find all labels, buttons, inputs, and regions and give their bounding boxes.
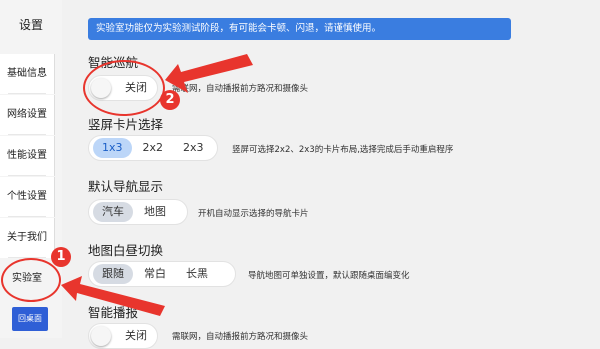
annotation-arrow-icon	[61, 54, 253, 316]
arrow-to-lab-icon	[61, 276, 165, 316]
arrow-to-toggle-icon	[165, 54, 253, 93]
